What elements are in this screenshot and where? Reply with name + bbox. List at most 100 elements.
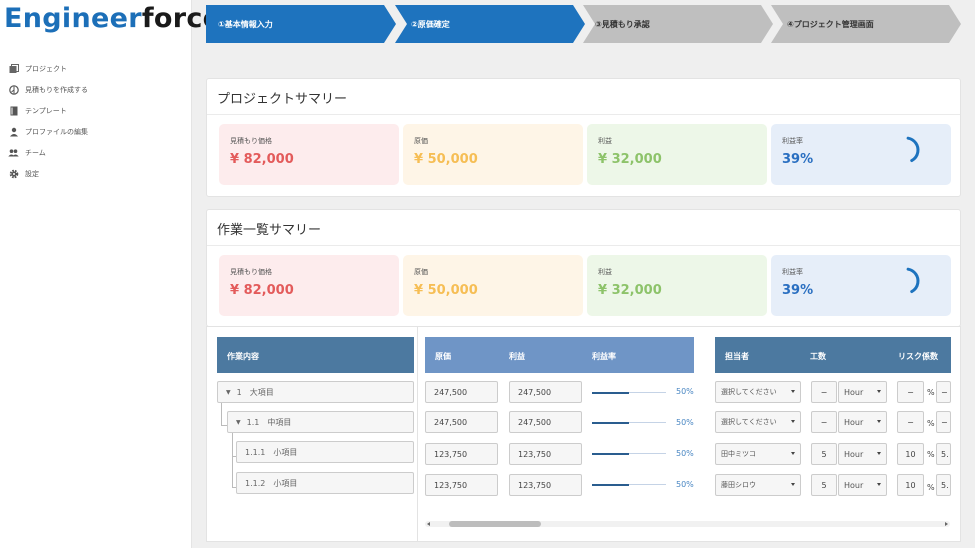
card-label: 見積もり価格 (230, 268, 272, 276)
step-cost-confirm[interactable]: ②原価確定 (395, 5, 585, 43)
assignee-select[interactable]: 選択してください (715, 411, 801, 433)
step-basic-info[interactable]: ①基本情報入力 (206, 5, 396, 43)
sidebar-item-template[interactable]: テンプレート (8, 100, 88, 121)
card-label: 利益 (598, 268, 612, 276)
unit-value: Hour (844, 387, 864, 397)
extra-field[interactable]: − (936, 411, 951, 433)
unit-value: Hour (844, 417, 864, 427)
extra-field[interactable]: 5. (936, 443, 951, 465)
task-summary-title: 作業一覧サマリー (217, 223, 322, 238)
sidebar-item-label: テンプレート (25, 106, 67, 115)
task-name-field[interactable]: ▼ 1 大項目 (217, 381, 414, 403)
task-number: 1.1.1 (245, 447, 266, 457)
effort-field[interactable]: 5 (811, 474, 837, 496)
extra-field[interactable]: − (936, 381, 951, 403)
assignee-select[interactable]: 選択してください (715, 381, 801, 403)
profit-field[interactable]: 247,500 (509, 411, 582, 433)
scroll-right-arrow-icon[interactable] (945, 522, 948, 526)
assignee-value: 選択してください (721, 388, 777, 396)
margin-bar (592, 483, 666, 486)
effort-field[interactable]: − (811, 411, 837, 433)
profit-field[interactable]: 247,500 (509, 381, 582, 403)
risk-unit: % (927, 419, 935, 428)
header-cost-label: 原価 (435, 352, 451, 361)
sidebar-item-profile[interactable]: プロファイルの編集 (8, 121, 88, 142)
task-name: 小項目 (273, 447, 298, 457)
project-summary-title: プロジェクトサマリー (217, 92, 348, 107)
cost-field[interactable]: 123,750 (425, 443, 498, 465)
sidebar-item-label: プロジェクト (25, 64, 67, 73)
risk-field[interactable]: 10 (897, 474, 924, 496)
assignee-select[interactable]: 藤田シロウ (715, 474, 801, 496)
task-summary-panel: 作業一覧サマリー 見積もり価格 ¥ 82,000 原価 ¥ 50,000 利益 … (206, 209, 961, 327)
logo-text-engineer: Engineer (4, 3, 142, 34)
unit-select[interactable]: Hour (838, 381, 887, 403)
gear-icon (8, 168, 19, 179)
dropdown-arrow-icon (791, 452, 795, 455)
horizontal-scrollbar[interactable] (425, 519, 950, 529)
sidebar-item-label: チーム (25, 148, 46, 157)
dropdown-arrow-icon (877, 452, 881, 455)
task-number: 1.1 (246, 417, 260, 427)
risk-field[interactable]: − (897, 411, 924, 433)
dropdown-arrow-icon (791, 483, 795, 486)
task-name-field[interactable]: 1.1.1 小項目 (236, 441, 414, 463)
task-number: 1.1.2 (245, 478, 266, 488)
summary-card-margin: 利益率 39% (771, 255, 951, 316)
sidebar-item-create-estimate[interactable]: 見積もりを作成する (8, 79, 88, 100)
cost-field[interactable]: 247,500 (425, 381, 498, 403)
sidebar-item-settings[interactable]: 設定 (8, 163, 88, 184)
summary-card-profit: 利益 ¥ 32,000 (587, 124, 767, 185)
collapse-triangle-icon[interactable]: ▼ (236, 419, 241, 426)
header-cost-group: 原価 利益 利益率 (425, 337, 694, 373)
step-label: ②原価確定 (411, 19, 450, 29)
dropdown-arrow-icon (791, 390, 795, 393)
scroll-left-arrow-icon[interactable] (427, 522, 430, 526)
effort-field[interactable]: 5 (811, 443, 837, 465)
profit-field[interactable]: 123,750 (509, 474, 582, 496)
extra-field[interactable]: 5. (936, 474, 951, 496)
card-label: 原価 (414, 137, 428, 145)
task-name-field[interactable]: ▼ 1.1 中項目 (227, 411, 414, 433)
effort-field[interactable]: − (811, 381, 837, 403)
header-task: 作業内容 (217, 337, 414, 373)
card-label: 利益率 (782, 268, 803, 276)
step-estimate-approval[interactable]: ③見積もり承認 (583, 5, 773, 43)
progress-stepper: ①基本情報入力 ②原価確定 ③見積もり承認 ④プロジェクト管理画面 (206, 5, 961, 43)
header-effort-label: 工数 (810, 352, 826, 361)
assignee-select[interactable]: 田中ミツコ (715, 443, 801, 465)
header-margin-label: 利益率 (592, 352, 616, 361)
sidebar-nav: プロジェクト 見積もりを作成する テンプレート プロファイルの編集 チーム 設定 (8, 58, 88, 184)
sidebar-item-label: 設定 (25, 169, 39, 178)
collapse-triangle-icon[interactable]: ▼ (226, 389, 231, 396)
card-value: ¥ 32,000 (598, 152, 662, 167)
unit-select[interactable]: Hour (838, 443, 887, 465)
scrollbar-thumb[interactable] (449, 521, 541, 527)
summary-card-profit: 利益 ¥ 32,000 (587, 255, 767, 316)
task-name-field[interactable]: 1.1.2 小項目 (236, 472, 414, 494)
dropdown-arrow-icon (791, 420, 795, 423)
sidebar-item-team[interactable]: チーム (8, 142, 88, 163)
folder-icon (8, 63, 19, 74)
unit-select[interactable]: Hour (838, 474, 887, 496)
sidebar: Engineerforce プロジェクト 見積もりを作成する テンプレート プロ… (0, 0, 221, 548)
card-value: ¥ 32,000 (598, 283, 662, 298)
compass-icon (8, 84, 19, 95)
risk-field[interactable]: − (897, 381, 924, 403)
summary-card-estimate-price: 見積もり価格 ¥ 82,000 (219, 124, 399, 185)
cost-field[interactable]: 123,750 (425, 474, 498, 496)
cost-field[interactable]: 247,500 (425, 411, 498, 433)
dropdown-arrow-icon (877, 390, 881, 393)
card-label: 利益率 (782, 137, 803, 145)
card-label: 原価 (414, 268, 428, 276)
step-project-management[interactable]: ④プロジェクト管理画面 (771, 5, 961, 43)
sidebar-item-project[interactable]: プロジェクト (8, 58, 88, 79)
assignee-value: 藤田シロウ (721, 481, 756, 489)
divider (207, 245, 960, 246)
profit-field[interactable]: 123,750 (509, 443, 582, 465)
app-logo[interactable]: Engineerforce (4, 3, 221, 34)
risk-field[interactable]: 10 (897, 443, 924, 465)
risk-unit: % (927, 450, 935, 459)
unit-select[interactable]: Hour (838, 411, 887, 433)
task-number: 1 (236, 387, 242, 397)
